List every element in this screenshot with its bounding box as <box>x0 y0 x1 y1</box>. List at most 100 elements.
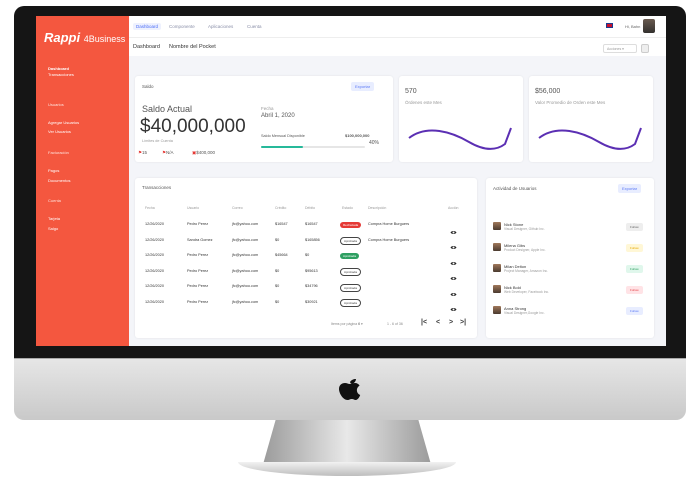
export-saldo-button[interactable]: Exportar <box>351 82 375 91</box>
saldo-card: Saldo Exportar Saldo Actual $40,000,000 … <box>135 76 393 162</box>
user-avatar[interactable] <box>643 19 655 33</box>
cell-debito: $0 <box>305 253 310 257</box>
limit-chip: ▣$400,000 <box>192 150 216 155</box>
monthly-balance-pct: 40% <box>369 140 380 146</box>
status-badge: Aprobada <box>340 237 362 245</box>
avg-order-sparkline <box>538 127 642 150</box>
view-eye-icon[interactable] <box>450 222 457 234</box>
follow-button[interactable]: Follow <box>626 307 643 315</box>
column-header-4[interactable]: Débito <box>305 206 315 210</box>
tab-cuenta[interactable]: Cuenta <box>247 24 262 29</box>
user-avatar <box>493 264 501 272</box>
language-flag-icon[interactable] <box>606 23 613 28</box>
export-activity-button[interactable]: Exportar <box>618 184 642 193</box>
last-page-icon[interactable]: >| <box>460 319 466 326</box>
status-badge: Aprobada <box>340 283 362 292</box>
sidebar-item-dashboard[interactable]: Dashboard <box>48 66 69 71</box>
cell-credito: $16547 <box>275 222 288 226</box>
column-header-0[interactable]: Fecha <box>145 206 155 210</box>
status-badge: Aprobada <box>340 268 362 276</box>
cell-correo: jfc@yahoo.com <box>232 237 259 242</box>
activity-user-role: Visual Designer, Github Inc. <box>504 227 545 231</box>
cell-usuario: Pedro Perez <box>187 299 209 304</box>
orders-metric-card: 570 Órdenes este Mes <box>399 76 523 162</box>
user-avatar <box>493 306 501 314</box>
cell-usuario: Pedro Perez <box>187 268 209 273</box>
cell-debito: $30921 <box>305 299 318 304</box>
user-avatar <box>493 222 501 230</box>
cell-credito: $45664 <box>275 253 288 257</box>
breadcrumb-pocket[interactable]: Nombre del Pocket <box>169 44 216 50</box>
sidebar-item-pagos[interactable]: Pagos <box>48 168 59 173</box>
sidebar-item-ver-usuarios[interactable]: Ver Usuarios <box>48 129 71 134</box>
cell-credito: $0 <box>275 237 280 242</box>
cell-fecha: 12/26/2020 <box>145 237 165 242</box>
sidebar-item-transacciones[interactable]: Transacciones <box>48 72 74 77</box>
cell-credito: $0 <box>275 284 280 288</box>
user-activity-title: Actividad de Usuarios <box>493 186 537 191</box>
avg-order-value: $56,000 <box>535 88 561 95</box>
view-eye-icon[interactable] <box>450 299 457 311</box>
column-header-1[interactable]: Usuario <box>187 206 199 210</box>
tab-aplicaciones[interactable]: Aplicaciones <box>208 24 233 29</box>
status-badge: Rechazada <box>340 221 362 228</box>
orders-value: 570 <box>405 88 417 95</box>
column-header-7[interactable]: Acción <box>448 206 459 210</box>
saldo-card-title: Saldo <box>142 84 154 89</box>
activity-user-role: Project Manager, Amazon Inc. <box>504 269 548 273</box>
fecha-value: Abril 1, 2020 <box>261 113 295 119</box>
top-nav-bar: Dashboard Componente Aplicaciones Cuenta… <box>129 16 666 38</box>
breadcrumb-dashboard[interactable]: Dashboard <box>133 44 160 50</box>
fecha-label: Fecha <box>261 106 274 111</box>
document-icon[interactable] <box>641 44 649 53</box>
saldo-actual-label: Saldo Actual <box>142 104 193 114</box>
sidebar-item-usuarios: Usuarios <box>48 102 64 107</box>
breadcrumb-bar: Dashboard Nombre del Pocket Acciones ▾ <box>129 38 666 56</box>
cell-correo: jfc@yahoo.com <box>232 299 259 304</box>
activity-user-role: Product Designer, Apple Inc. <box>504 248 546 252</box>
next-page-icon[interactable]: > <box>449 319 453 326</box>
sidebar-item-documentos[interactable]: Documentos <box>48 178 70 183</box>
sidebar-item-agregar-usuarios[interactable]: Agregar Usuarios <box>48 120 79 125</box>
cell-usuario: Sandra Gomez <box>187 237 213 242</box>
monthly-balance-progress <box>261 146 365 148</box>
follow-button[interactable]: Follow <box>626 265 643 273</box>
column-header-3[interactable]: Crédito <box>275 206 286 210</box>
monthly-balance-label: Saldo Mensual Disponible <box>261 134 305 138</box>
column-header-5[interactable]: Estado <box>342 206 353 210</box>
orders-label: Órdenes este Mes <box>405 100 442 105</box>
follow-button[interactable]: Follow <box>626 286 643 294</box>
follow-button[interactable]: Follow <box>626 223 643 231</box>
brand-logo[interactable]: Rappi 4Business <box>44 30 125 45</box>
orders-sparkline <box>408 127 512 150</box>
sidebar-item-facturación: Facturación <box>48 150 69 155</box>
view-eye-icon[interactable] <box>450 237 457 249</box>
tab-dashboard[interactable]: Dashboard <box>133 23 162 30</box>
user-greeting[interactable]: Hi, Bahn <box>625 24 640 29</box>
transactions-card: Transacciones Fecha Usuario Correo Crédito D… <box>135 178 477 338</box>
view-eye-icon[interactable] <box>450 253 457 265</box>
apple-logo-icon <box>339 379 361 400</box>
sidebar-item-tarjeta[interactable]: Tarjeta <box>48 216 60 221</box>
view-eye-icon[interactable] <box>450 284 457 296</box>
column-header-2[interactable]: Correo <box>232 206 243 210</box>
follow-button[interactable]: Follow <box>626 244 643 252</box>
view-eye-icon[interactable] <box>450 268 457 280</box>
prev-page-icon[interactable]: < <box>436 319 440 326</box>
cards-chip: ⚑15 <box>138 150 148 155</box>
tab-componente[interactable]: Componente <box>169 24 195 29</box>
cell-correo: jfc@yahoo.com <box>232 253 259 257</box>
cell-descripcion: Compra Home Burguers <box>368 237 410 242</box>
cell-usuario: Pedro Perez <box>187 222 209 226</box>
cell-fecha: 12/26/2020 <box>145 253 165 257</box>
app-screen: Rappi 4Business Dashboard Transacciones Us… <box>36 16 666 346</box>
rows-per-page-label: Items por página 6 ▾ <box>331 322 363 326</box>
first-page-icon[interactable]: |< <box>421 319 427 326</box>
monthly-balance-value: $100,000,000 <box>345 133 370 138</box>
sidebar: Rappi 4Business Dashboard Transacciones Us… <box>36 16 129 346</box>
column-header-6[interactable]: Descripción <box>368 206 386 210</box>
actions-dropdown[interactable]: Acciones ▾ <box>603 44 637 53</box>
cell-fecha: 12/26/2020 <box>145 284 165 288</box>
pager-range: 1 - 6 of 36 <box>387 322 403 326</box>
sidebar-item-salgo[interactable]: Salgo <box>48 226 58 231</box>
